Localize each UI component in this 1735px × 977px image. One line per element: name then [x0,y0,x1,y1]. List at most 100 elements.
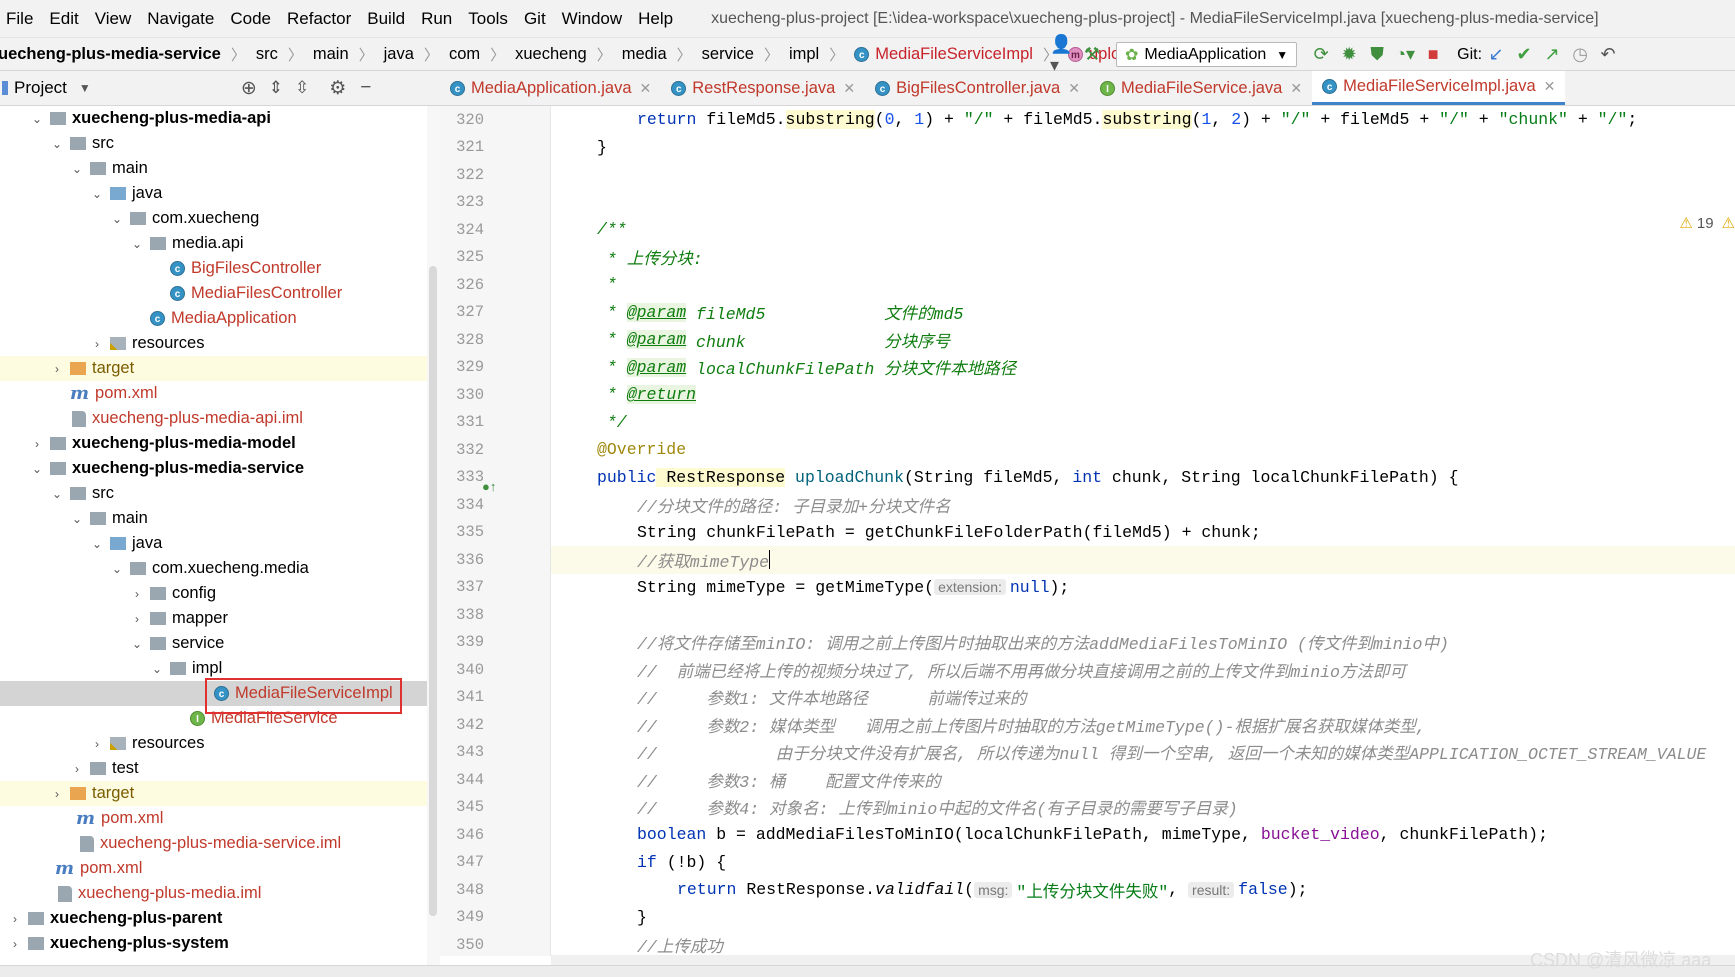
tab-media-file-service[interactable]: I MediaFileService.java ✕ [1090,71,1312,105]
tree-node-package[interactable]: ⌄ com.xuecheng [0,206,427,231]
tree-node-file[interactable]: xuecheng-plus-media-service.iml [0,831,427,856]
tab-rest-response[interactable]: c RestResponse.java ✕ [661,71,865,105]
git-push-icon[interactable]: ↗ [1538,43,1566,67]
chevron-down-icon[interactable]: ⌄ [50,487,64,501]
close-icon[interactable]: ✕ [843,80,855,97]
settings-gear-icon[interactable]: ⚙ [329,77,346,100]
breadcrumb-main[interactable]: main 〉 [313,44,374,65]
tree-node-folder[interactable]: › resources [0,331,427,356]
implements-gutter-icon[interactable]: ●↑ [482,479,496,494]
chevron-right-icon[interactable]: › [30,437,44,451]
tree-node-folder[interactable]: › test [0,756,427,781]
breadcrumb-src[interactable]: src 〉 [256,44,303,65]
tree-node-file[interactable]: xuecheng-plus-media.iml [0,881,427,906]
tree-node-module[interactable]: ⌄ xuecheng-plus-media-api [0,106,427,131]
chevron-right-icon[interactable]: › [50,787,64,801]
menu-tools[interactable]: Tools [460,9,516,29]
tree-scrollbar[interactable] [427,106,440,977]
tree-node-file[interactable]: m pom.xml [0,806,427,831]
tree-node-class[interactable]: c BigFilesController [0,256,427,281]
chevron-down-icon[interactable]: ⌄ [150,662,164,676]
code-editor[interactable]: return fileMd5. substring(0, 1) + "/" + f… [551,106,1735,956]
chevron-down-icon[interactable]: ⌄ [70,512,84,526]
locate-icon[interactable]: ⊕ [241,77,257,100]
chevron-down-icon[interactable]: ⌄ [110,212,124,226]
menu-window[interactable]: Window [554,9,630,29]
menu-refactor[interactable]: Refactor [279,9,359,29]
tree-node-package[interactable]: ⌄ media.api [0,231,427,256]
chevron-down-icon[interactable]: ⌄ [50,137,64,151]
chevron-right-icon[interactable]: › [90,337,104,351]
chevron-down-icon[interactable]: ⌄ [130,237,144,251]
breadcrumb-xuecheng[interactable]: xuecheng 〉 [515,44,612,65]
chevron-down-icon[interactable]: ⌄ [110,562,124,576]
rerun-icon[interactable]: ⟳ [1307,43,1335,67]
tree-node-package[interactable]: ⌄ com.xuecheng.media [0,556,427,581]
tree-node-file[interactable]: xuecheng-plus-media-api.iml [0,406,427,431]
tree-node-module[interactable]: › xuecheng-plus-media-model [0,431,427,456]
chevron-down-icon[interactable]: ⌄ [90,537,104,551]
menu-edit[interactable]: Edit [41,9,86,29]
project-panel-title[interactable]: Project [14,78,67,98]
tree-node-file[interactable]: m pom.xml [0,381,427,406]
menu-file[interactable]: File [0,9,41,29]
breadcrumb-java[interactable]: java 〉 [384,44,439,65]
inspection-widget[interactable]: ⚠ 19 ⚠ [1679,214,1735,233]
tab-big-files-controller[interactable]: c BigFilesController.java ✕ [865,71,1090,105]
expand-all-icon[interactable]: ⇕ [269,78,283,98]
tree-node-folder[interactable]: ⌄ src [0,131,427,156]
rollback-icon[interactable]: ↶ [1594,43,1622,67]
history-icon[interactable]: ◷ [1566,43,1594,67]
profile-icon[interactable]: ◔▾ [1391,43,1419,67]
tree-node-package[interactable]: › mapper [0,606,427,631]
tree-node-folder[interactable]: › target [0,356,427,381]
breadcrumb-impl[interactable]: impl 〉 [789,44,844,65]
tree-node-file[interactable]: m pom.xml [0,856,427,881]
breadcrumb-module[interactable]: uecheng-plus-media-service 〉 [0,44,246,65]
user-icon[interactable]: 👤▾ [1050,34,1078,75]
menu-build[interactable]: Build [359,9,413,29]
close-icon[interactable]: ✕ [1290,80,1302,97]
tree-node-class[interactable]: c MediaFilesController [0,281,427,306]
tree-node-folder[interactable]: ⌄ main [0,156,427,181]
chevron-down-icon[interactable]: ⌄ [30,462,44,476]
chevron-down-icon[interactable]: ⌄ [30,112,44,126]
breadcrumb-service[interactable]: service 〉 [702,44,779,65]
menu-git[interactable]: Git [516,9,554,29]
run-configuration-select[interactable]: ✿ MediaApplication ▼ [1116,42,1298,67]
chevron-right-icon[interactable]: › [8,912,22,926]
chevron-down-icon[interactable]: ⌄ [70,162,84,176]
coverage-icon[interactable]: ⛊ [1363,43,1391,67]
chevron-right-icon[interactable]: › [8,937,22,951]
close-icon[interactable]: ✕ [1068,80,1080,97]
collapse-all-icon[interactable]: ⇳ [295,78,309,98]
git-commit-icon[interactable]: ✔ [1510,43,1538,67]
tree-node-module[interactable]: ⌄ xuecheng-plus-media-service [0,456,427,481]
menu-view[interactable]: View [87,9,140,29]
breadcrumb-class[interactable]: c MediaFileServiceImpl 〉 [854,44,1058,65]
git-update-icon[interactable]: ↙ [1482,43,1510,67]
tab-media-application[interactable]: c MediaApplication.java ✕ [440,71,661,105]
tree-node-folder[interactable]: › resources [0,731,427,756]
tree-node-package[interactable]: › config [0,581,427,606]
tab-media-file-service-impl[interactable]: c MediaFileServiceImpl.java ✕ [1312,71,1566,105]
chevron-down-icon[interactable]: ⌄ [90,187,104,201]
menu-code[interactable]: Code [222,9,279,29]
tree-node-folder[interactable]: ⌄ src [0,481,427,506]
tree-node-module[interactable]: › xuecheng-plus-system [0,931,427,956]
tree-node-folder[interactable]: ⌄ java [0,531,427,556]
menu-navigate[interactable]: Navigate [139,9,222,29]
breadcrumb-com[interactable]: com 〉 [449,44,505,65]
chevron-down-icon[interactable]: ▼ [79,81,91,95]
tree-node-folder[interactable]: ⌄ java [0,181,427,206]
tree-node-class[interactable]: c MediaApplication [0,306,427,331]
tree-node-package[interactable]: ⌄ service [0,631,427,656]
menu-run[interactable]: Run [413,9,460,29]
hide-panel-icon[interactable]: − [360,77,371,99]
tree-node-module[interactable]: › xuecheng-plus-parent [0,906,427,931]
close-icon[interactable]: ✕ [640,80,652,97]
breadcrumb-media[interactable]: media 〉 [622,44,692,65]
build-hammer-icon[interactable]: ⚒ [1078,43,1106,67]
scrollbar-thumb[interactable] [429,266,437,916]
chevron-right-icon[interactable]: › [130,587,144,601]
